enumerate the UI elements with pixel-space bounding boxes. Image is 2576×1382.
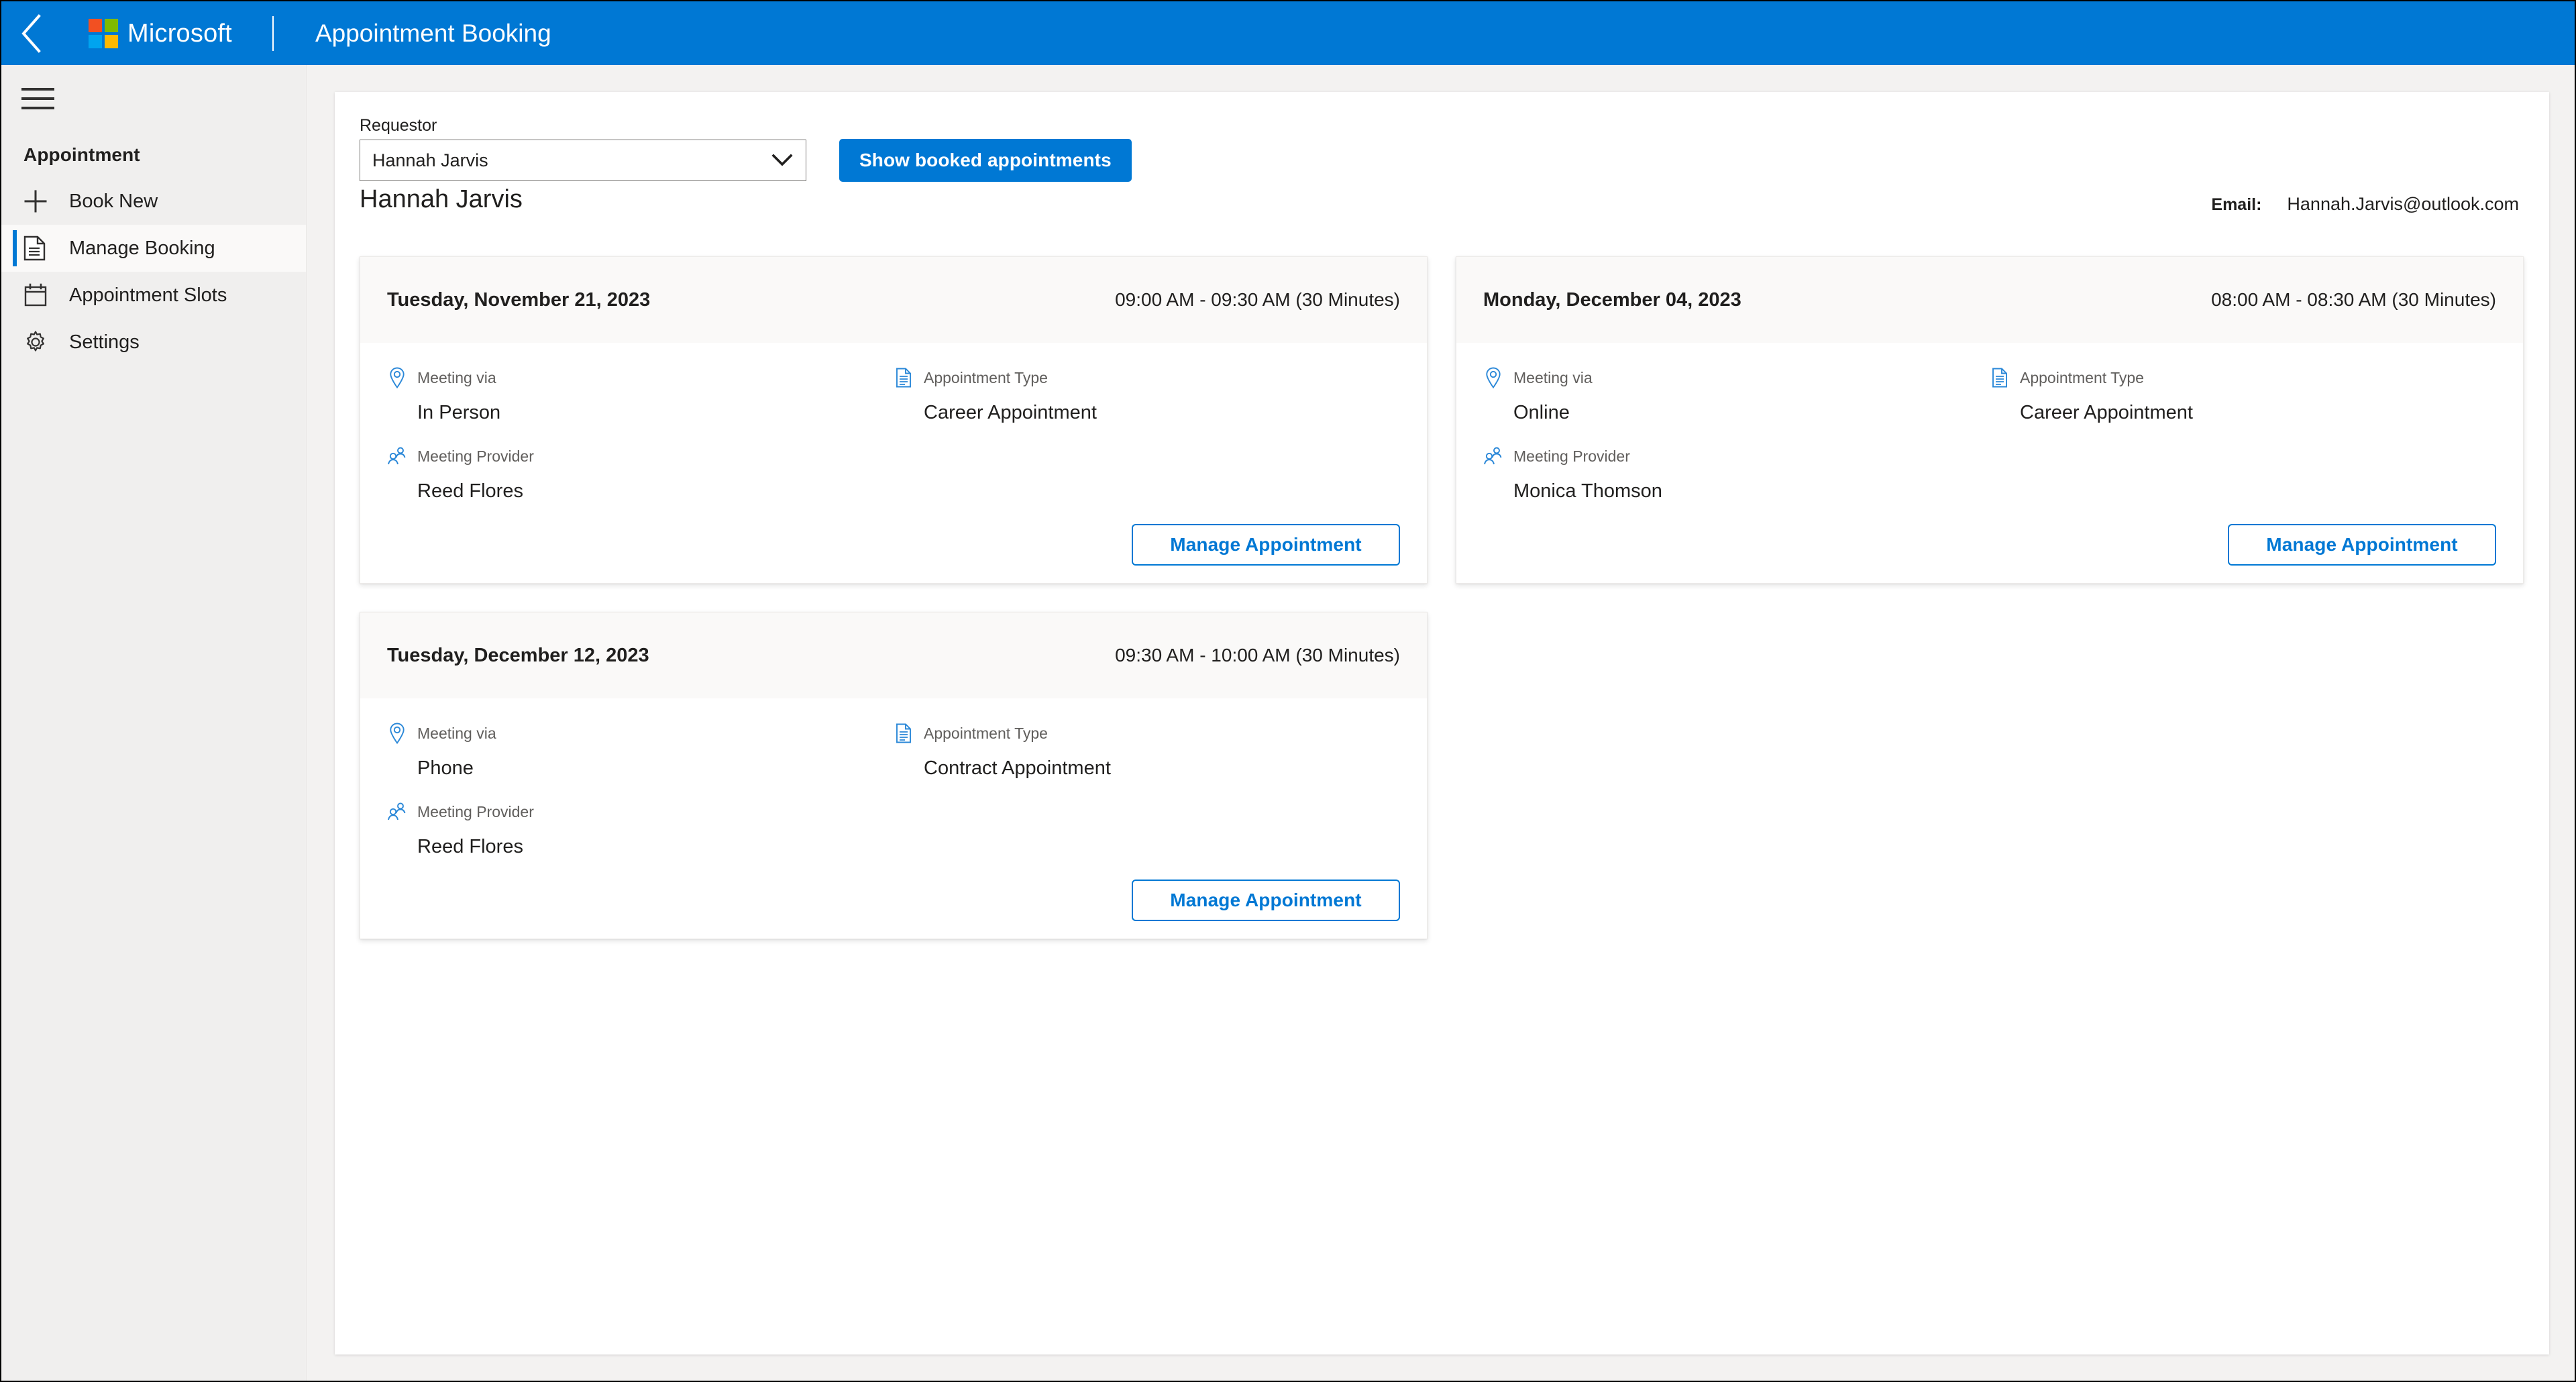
- field-value: Reed Flores: [417, 480, 523, 502]
- field-label: Appointment Type: [924, 368, 1048, 386]
- chevron-down-icon: [771, 149, 794, 172]
- email-label: Email:: [2211, 195, 2262, 214]
- requestor-label: Requestor: [360, 116, 437, 135]
- field-label: Meeting Provider: [417, 447, 534, 465]
- appointment-time: 08:00 AM - 08:30 AM (30 Minutes): [2211, 289, 2496, 310]
- field-value: Reed Flores: [417, 836, 523, 857]
- location-pin-icon: [387, 723, 407, 744]
- field-meeting-provider: Meeting Provider Monica Thomson: [1483, 444, 2496, 501]
- appointment-date: Monday, December 04, 2023: [1483, 288, 1741, 311]
- requestor-selected-value: Hannah Jarvis: [372, 150, 488, 170]
- field-meeting-provider: Meeting Provider Reed Flores: [387, 800, 1400, 857]
- show-booked-appointments-button[interactable]: Show booked appointments: [839, 139, 1132, 182]
- sidebar-item-manage-booking[interactable]: Manage Booking: [1, 225, 306, 272]
- appointment-card-body: Meeting via In Person Appointment Type C…: [360, 343, 1427, 583]
- app-header: Microsoft Appointment Booking: [1, 1, 2575, 65]
- microsoft-logo: Microsoft: [89, 18, 232, 48]
- requestor-dropdown[interactable]: Hannah Jarvis: [360, 140, 806, 181]
- field-value: In Person: [417, 402, 501, 423]
- sidebar-item-book-new[interactable]: Book New: [1, 178, 306, 225]
- field-appointment-type: Appointment Type Career Appointment: [1990, 366, 2496, 423]
- appointments-panel: Requestor Hannah Jarvis Show booked appo…: [335, 92, 2549, 1354]
- calendar-icon: [23, 283, 54, 307]
- appointment-card: Tuesday, November 21, 2023 09:00 AM - 09…: [360, 256, 1428, 584]
- field-value: Career Appointment: [2020, 402, 2193, 423]
- appointment-date: Tuesday, December 12, 2023: [387, 644, 649, 666]
- manage-appointment-button[interactable]: Manage Appointment: [2228, 524, 2496, 566]
- sidebar: Appointment Book New Manage Booking Appo…: [1, 65, 307, 1381]
- appointment-card-header: Tuesday, December 12, 2023 09:30 AM - 10…: [360, 613, 1427, 698]
- field-value: Phone: [417, 757, 474, 779]
- email-value: Hannah.Jarvis@outlook.com: [2287, 194, 2519, 214]
- field-value: Monica Thomson: [1513, 480, 1662, 502]
- plus-icon: [23, 189, 54, 213]
- appointment-time: 09:00 AM - 09:30 AM (30 Minutes): [1115, 289, 1400, 310]
- people-icon: [1483, 445, 1503, 467]
- sidebar-item-appointment-slots[interactable]: Appointment Slots: [1, 272, 306, 319]
- appointment-card: Tuesday, December 12, 2023 09:30 AM - 10…: [360, 612, 1428, 939]
- field-label: Meeting Provider: [417, 802, 534, 820]
- field-value: Career Appointment: [924, 402, 1097, 423]
- field-meeting-via: Meeting via Phone: [387, 721, 894, 778]
- header-divider: [272, 15, 274, 51]
- field-appointment-type: Appointment Type Career Appointment: [894, 366, 1400, 423]
- field-value: Online: [1513, 402, 1570, 423]
- manage-appointment-button[interactable]: Manage Appointment: [1132, 524, 1400, 566]
- sidebar-item-label: Manage Booking: [69, 237, 215, 259]
- requestor-name: Hannah Jarvis: [360, 185, 523, 213]
- document-icon: [1990, 367, 2010, 388]
- field-label: Meeting via: [1513, 368, 1593, 386]
- document-icon: [894, 367, 914, 388]
- appointment-card-body: Meeting via Online Appointment Type Care…: [1456, 343, 2523, 583]
- field-meeting-provider: Meeting Provider Reed Flores: [387, 444, 1400, 501]
- app-window: Microsoft Appointment Booking Appointmen…: [0, 0, 2576, 1382]
- field-appointment-type: Appointment Type Contract Appointment: [894, 721, 1400, 778]
- field-label: Appointment Type: [2020, 368, 2144, 386]
- field-label: Appointment Type: [924, 724, 1048, 742]
- back-chevron-icon: [18, 13, 45, 53]
- content-area: Requestor Hannah Jarvis Show booked appo…: [307, 65, 2575, 1381]
- field-value: Contract Appointment: [924, 757, 1111, 779]
- gear-icon: [23, 330, 54, 354]
- people-icon: [387, 801, 407, 822]
- field-label: Meeting via: [417, 724, 496, 742]
- appointment-time: 09:30 AM - 10:00 AM (30 Minutes): [1115, 645, 1400, 666]
- hamburger-menu-icon[interactable]: [1, 65, 72, 132]
- field-label: Meeting Provider: [1513, 447, 1630, 465]
- app-title: Appointment Booking: [315, 19, 551, 47]
- requestor-email: Email: Hannah.Jarvis@outlook.com: [2211, 194, 2519, 215]
- sidebar-item-label: Settings: [69, 331, 140, 353]
- manage-appointment-button[interactable]: Manage Appointment: [1132, 880, 1400, 921]
- field-label: Meeting via: [417, 368, 496, 386]
- back-button[interactable]: [1, 1, 62, 65]
- sidebar-item-settings[interactable]: Settings: [1, 319, 306, 366]
- microsoft-squares-icon: [89, 18, 118, 48]
- appointment-card-body: Meeting via Phone Appointment Type Contr…: [360, 698, 1427, 939]
- field-meeting-via: Meeting via In Person: [387, 366, 894, 423]
- people-icon: [387, 445, 407, 467]
- sidebar-item-label: Book New: [69, 190, 158, 212]
- appointment-card-header: Monday, December 04, 2023 08:00 AM - 08:…: [1456, 257, 2523, 343]
- sidebar-section-title: Appointment: [23, 144, 140, 165]
- microsoft-wordmark: Microsoft: [127, 19, 232, 48]
- document-icon: [894, 723, 914, 744]
- appointment-card-header: Tuesday, November 21, 2023 09:00 AM - 09…: [360, 257, 1427, 343]
- field-meeting-via: Meeting via Online: [1483, 366, 1990, 423]
- location-pin-icon: [387, 367, 407, 388]
- location-pin-icon: [1483, 367, 1503, 388]
- appointment-card: Monday, December 04, 2023 08:00 AM - 08:…: [1456, 256, 2524, 584]
- appointments-list: Tuesday, November 21, 2023 09:00 AM - 09…: [360, 256, 2524, 939]
- sidebar-item-label: Appointment Slots: [69, 284, 227, 306]
- appointment-date: Tuesday, November 21, 2023: [387, 288, 651, 311]
- document-icon: [23, 235, 54, 261]
